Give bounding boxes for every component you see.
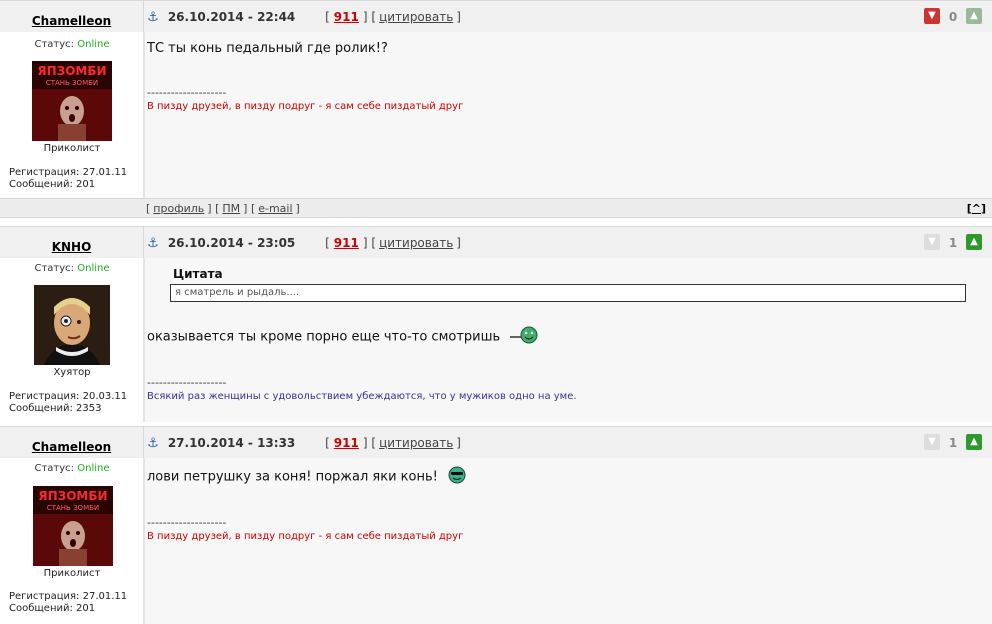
author-sidebar: Статус: Online Хуятор Регистрация: 20.03… [0, 258, 144, 422]
post-rating: ▼ 0 ▲ [922, 7, 984, 27]
post-message: лови петрушку за коня! поржал яки конь! [147, 466, 466, 488]
post-body: Статус: Online ЯПЗОМБИ СТАНЬ ЗОМБИ Прико… [0, 458, 992, 624]
post-body: Статус: Online ЯПЗОМБИ СТАНЬ ЗОМБИ Прико… [0, 32, 992, 198]
post-header: Chamelleon ⚓ 26.10.2014 - 22:44 [911] [ц… [0, 0, 992, 33]
thumbs-up-icon[interactable]: ▲ [966, 434, 982, 450]
zombie-avatar: ЯПЗОМБИ СТАНЬ ЗОМБИ [33, 486, 113, 566]
smiley-icon [448, 466, 466, 488]
anchor-icon[interactable]: ⚓ [146, 10, 160, 25]
message-count: Сообщений: 201 [9, 179, 96, 190]
footer-links: [профиль] [ПМ] [e-mail] [146, 202, 300, 215]
post-date: 26.10.2014 - 22:44 [167, 10, 296, 24]
thumbs-up-icon[interactable]: ▲ [966, 234, 982, 250]
quote-title: Цитата [173, 267, 223, 281]
thumbs-up-icon[interactable]: ▲ [966, 8, 982, 24]
online-status: Online [77, 39, 110, 50]
rating-count: 1 [948, 236, 958, 250]
scroll-top-button[interactable]: [^] [967, 202, 986, 215]
signature-divider: -------------------- [147, 376, 227, 389]
post-message: оказывается ты кроме порно еще что-то см… [147, 326, 538, 348]
post-number-link[interactable]: 911 [334, 236, 359, 250]
signature-divider: -------------------- [147, 86, 227, 99]
user-rank: Приколист [43, 568, 101, 579]
author-nick-link[interactable]: Chamelleon [32, 14, 111, 28]
portrait-avatar [34, 285, 110, 365]
quote-link[interactable]: цитировать [379, 236, 453, 250]
svg-text:СТАНЬ ЗОМБИ: СТАНЬ ЗОМБИ [46, 79, 98, 87]
post-3: Chamelleon ⚓ 27.10.2014 - 13:33 [911] [ц… [0, 426, 992, 624]
email-link[interactable]: e-mail [258, 202, 292, 215]
anchor-icon[interactable]: ⚓ [146, 436, 160, 451]
rating-count: 0 [948, 10, 958, 24]
author-nick-link[interactable]: KNHO [52, 240, 92, 254]
post-2: KNHO ⚓ 26.10.2014 - 23:05 [911] [цитиров… [0, 226, 992, 422]
profile-link[interactable]: профиль [153, 202, 204, 215]
author-sidebar: Статус: Online ЯПЗОМБИ СТАНЬ ЗОМБИ Прико… [0, 458, 144, 624]
signature: В пизду друзей, в пизду подруг - я сам с… [147, 531, 464, 542]
post-header: KNHO ⚓ 26.10.2014 - 23:05 [911] [цитиров… [0, 226, 992, 259]
post-meta: ⚓ 26.10.2014 - 22:44 [911] [цитировать] [146, 10, 461, 25]
signature: В пизду друзей, в пизду подруг - я сам с… [147, 101, 464, 112]
registration-date: Регистрация: 20.03.11 [9, 391, 128, 402]
registration-date: Регистрация: 27.01.11 [9, 591, 128, 602]
signature-divider: -------------------- [147, 516, 227, 529]
zombie-avatar: ЯПЗОМБИ СТАНЬ ЗОМБИ [32, 61, 112, 141]
message-count: Сообщений: 2353 [9, 403, 102, 414]
user-rank: Приколист [43, 143, 101, 154]
status-row: Статус: Online [34, 463, 110, 474]
post-number-link[interactable]: 911 [334, 10, 359, 24]
registration-date: Регистрация: 27.01.11 [9, 167, 128, 178]
smiley-icon [510, 326, 538, 348]
post-meta: ⚓ 27.10.2014 - 13:33 [911] [цитировать] [146, 436, 461, 451]
status-row: Статус: Online [34, 263, 110, 274]
post-content: лови петрушку за коня! поржал яки конь! … [144, 458, 992, 624]
post-body: Статус: Online Хуятор Регистрация: 20.03… [0, 258, 992, 422]
post-1: Chamelleon ⚓ 26.10.2014 - 22:44 [911] [ц… [0, 0, 992, 222]
post-message: ТС ты конь педальный где ролик!? [147, 41, 388, 56]
signature: Всякий раз женщины с удовольствием убежд… [147, 391, 577, 402]
user-stats: Регистрация: 27.01.11 Сообщений: 201 [9, 167, 127, 191]
svg-text:СТАНЬ ЗОМБИ: СТАНЬ ЗОМБИ [47, 504, 99, 512]
post-date: 27.10.2014 - 13:33 [167, 436, 296, 450]
status-row: Статус: Online [34, 39, 110, 50]
svg-text:ЯПЗОМБИ: ЯПЗОМБИ [37, 64, 106, 78]
thumbs-down-icon[interactable]: ▼ [924, 234, 940, 250]
thumbs-down-icon[interactable]: ▼ [924, 8, 940, 24]
online-status: Online [77, 263, 110, 274]
svg-text:ЯПЗОМБИ: ЯПЗОМБИ [38, 489, 107, 503]
post-author: KNHO [0, 227, 144, 259]
post-meta: ⚓ 26.10.2014 - 23:05 [911] [цитировать] [146, 236, 461, 251]
quote-link[interactable]: цитировать [379, 436, 453, 450]
post-date: 26.10.2014 - 23:05 [167, 236, 296, 250]
post-author: Chamelleon [0, 427, 144, 459]
author-sidebar: Статус: Online ЯПЗОМБИ СТАНЬ ЗОМБИ Прико… [0, 32, 144, 198]
online-status: Online [77, 463, 110, 474]
quote-link[interactable]: цитировать [379, 10, 453, 24]
post-header: Chamelleon ⚓ 27.10.2014 - 13:33 [911] [ц… [0, 426, 992, 459]
pm-link[interactable]: ПМ [222, 202, 240, 215]
post-number-link[interactable]: 911 [334, 436, 359, 450]
quote-box: я сматрель и рыдаль.... [170, 284, 966, 302]
post-rating: ▼ 1 ▲ [922, 233, 984, 253]
rating-count: 1 [948, 436, 958, 450]
anchor-icon[interactable]: ⚓ [146, 236, 160, 251]
post-content: ТС ты конь педальный где ролик!? -------… [144, 32, 992, 198]
user-rank: Хуятор [53, 367, 91, 378]
post-content: Цитата я сматрель и рыдаль.... оказывает… [144, 258, 992, 422]
user-stats: Регистрация: 20.03.11 Сообщений: 2353 [9, 391, 127, 415]
user-stats: Регистрация: 27.01.11 Сообщений: 201 [9, 591, 127, 615]
post-author: Chamelleon [0, 1, 144, 33]
post-rating: ▼ 1 ▲ [922, 433, 984, 453]
post-footer: [профиль] [ПМ] [e-mail] [^] [0, 198, 992, 218]
author-nick-link[interactable]: Chamelleon [32, 440, 111, 454]
thumbs-down-icon[interactable]: ▼ [924, 434, 940, 450]
message-count: Сообщений: 201 [9, 603, 96, 614]
